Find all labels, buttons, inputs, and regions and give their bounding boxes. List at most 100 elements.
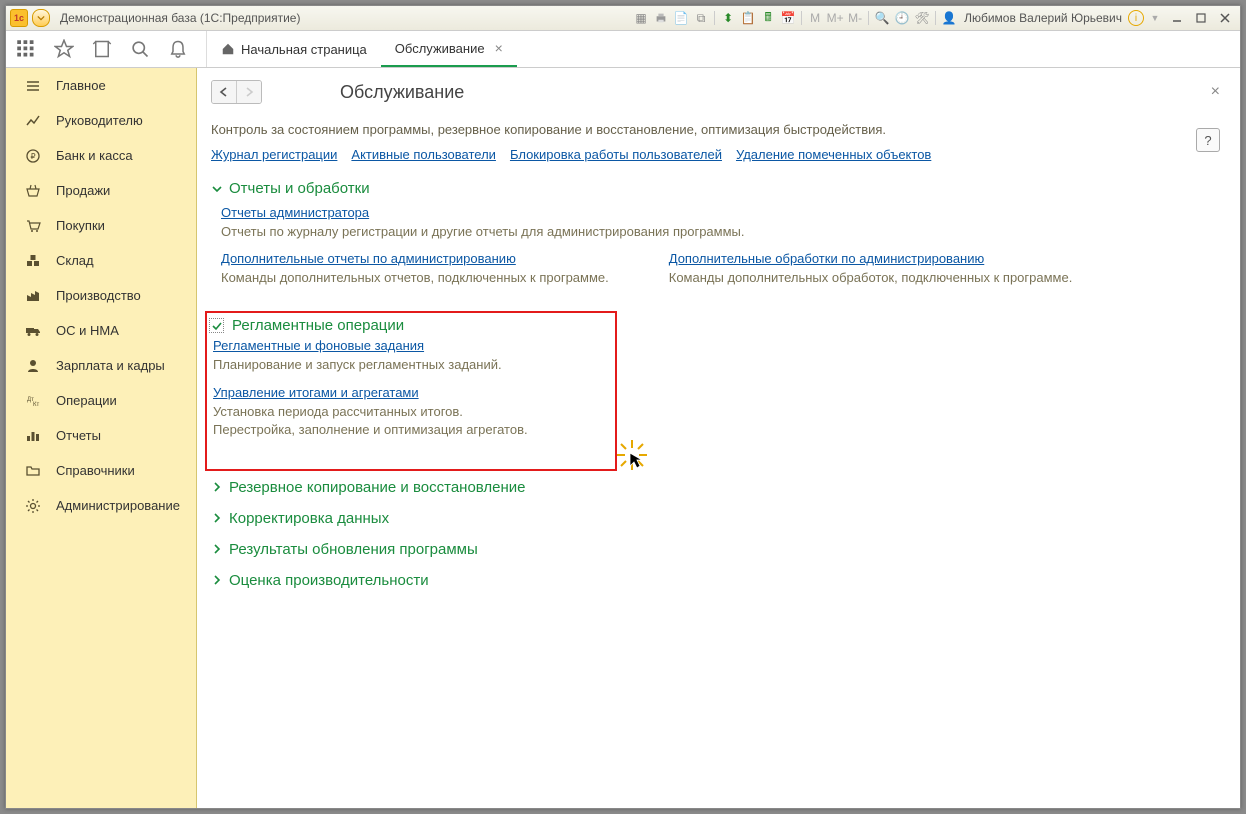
titlebar: 1c Демонстрационная база (1С:Предприятие… <box>6 6 1240 31</box>
cart-icon <box>24 217 42 235</box>
history-icon[interactable]: 🕘 <box>893 9 911 27</box>
maximize-button[interactable] <box>1190 10 1212 26</box>
zoom-icon[interactable]: 🔍 <box>873 9 891 27</box>
body: Главное Руководителю ₽Банк и касса Прода… <box>6 68 1240 808</box>
tab-home-label: Начальная страница <box>241 42 367 57</box>
section-correction-header[interactable]: Корректировка данных <box>211 510 1220 527</box>
tab-close-icon[interactable]: × <box>495 40 503 56</box>
app-window: 1c Демонстрационная база (1С:Предприятие… <box>5 5 1241 809</box>
chart-up-icon <box>24 112 42 130</box>
top-links: Журнал регистрации Активные пользователи… <box>211 147 1220 162</box>
app-logo-icon: 1c <box>10 9 28 27</box>
section-backup-header[interactable]: Резервное копирование и восстановление <box>211 479 1220 496</box>
tab-home[interactable]: Начальная страница <box>207 31 381 67</box>
checkbox-icon[interactable] <box>209 318 224 333</box>
search-icon[interactable] <box>130 39 150 59</box>
nav-row: Обслуживание × <box>211 80 1220 104</box>
sidebar-item-sales[interactable]: Продажи <box>6 173 196 208</box>
tab-maintenance[interactable]: Обслуживание × <box>381 31 517 67</box>
sidebar-item-bank[interactable]: ₽Банк и касса <box>6 138 196 173</box>
calculator-icon[interactable]: 🖩 <box>759 9 777 27</box>
link-event-log[interactable]: Журнал регистрации <box>211 147 337 162</box>
chevron-right-icon <box>211 481 223 493</box>
sidebar-item-reference[interactable]: Справочники <box>6 453 196 488</box>
tabs-area: Начальная страница Обслуживание × <box>207 31 1240 67</box>
info-dropdown-icon[interactable]: ▼ <box>1146 9 1164 27</box>
basket-icon <box>24 182 42 200</box>
calendar-icon[interactable]: 📅 <box>779 9 797 27</box>
link-scheduled-jobs[interactable]: Регламентные и фоновые задания <box>213 338 424 353</box>
compare-icon[interactable]: ⧉ <box>692 9 710 27</box>
m-minus-icon[interactable]: M- <box>846 9 864 27</box>
desc-totals: Установка периода рассчитанных итогов. П… <box>213 403 609 439</box>
desc-extra-reports: Команды дополнительных отчетов, подключе… <box>221 269 609 287</box>
tools-icon[interactable]: 🛠 <box>913 9 931 27</box>
sidebar-item-warehouse[interactable]: Склад <box>6 243 196 278</box>
link-totals[interactable]: Управление итогами и агрегатами <box>213 385 419 400</box>
section-perf-header[interactable]: Оценка производительности <box>211 572 1220 589</box>
link-delete-marked[interactable]: Удаление помеченных объектов <box>736 147 931 162</box>
section-update-header[interactable]: Результаты обновления программы <box>211 541 1220 558</box>
sidebar-item-payroll[interactable]: Зарплата и кадры <box>6 348 196 383</box>
sidebar-item-manager[interactable]: Руководителю <box>6 103 196 138</box>
link-icon[interactable]: ⬍ <box>719 9 737 27</box>
minimize-button[interactable] <box>1166 10 1188 26</box>
sidebar-item-admin[interactable]: Администрирование <box>6 488 196 523</box>
svg-text:₽: ₽ <box>30 152 35 161</box>
sidebar-item-reports[interactable]: Отчеты <box>6 418 196 453</box>
menu-icon <box>24 77 42 95</box>
nav-back-forward <box>211 80 262 104</box>
sidebar-item-assets[interactable]: ОС и НМА <box>6 313 196 348</box>
history-nav-icon[interactable] <box>92 39 112 59</box>
apps-grid-icon[interactable] <box>16 39 36 59</box>
link-extra-processing[interactable]: Дополнительные обработки по администриро… <box>669 251 985 266</box>
desc-extra-processing: Команды дополнительных обработок, подклю… <box>669 269 1073 287</box>
sidebar: Главное Руководителю ₽Банк и касса Прода… <box>6 68 197 808</box>
boxes-icon <box>24 252 42 270</box>
link-extra-reports[interactable]: Дополнительные отчеты по администрирован… <box>221 251 516 266</box>
toolbar-left <box>6 31 207 67</box>
tab-maintenance-label: Обслуживание <box>395 41 485 56</box>
link-active-users[interactable]: Активные пользователи <box>351 147 496 162</box>
truck-icon <box>24 322 42 340</box>
clipboard-icon[interactable]: 📋 <box>739 9 757 27</box>
page-close-button[interactable]: × <box>1211 83 1220 101</box>
user-name: Любимов Валерий Юрьевич <box>964 11 1122 25</box>
svg-text:Кт: Кт <box>33 402 39 408</box>
help-button[interactable]: ? <box>1196 128 1220 152</box>
close-button[interactable] <box>1214 10 1236 26</box>
info-icon[interactable]: i <box>1128 10 1144 26</box>
folder-icon <box>24 462 42 480</box>
sidebar-item-production[interactable]: Производство <box>6 278 196 313</box>
link-admin-reports[interactable]: Отчеты администратора <box>221 205 369 220</box>
section-scheduled-header[interactable]: Регламентные операции <box>209 317 609 334</box>
main-content: Обслуживание × Контроль за состоянием пр… <box>197 68 1240 808</box>
print-icon[interactable] <box>652 9 670 27</box>
sidebar-item-operations[interactable]: ДтКтОперации <box>6 383 196 418</box>
document-icon[interactable]: 📄 <box>672 9 690 27</box>
titlebar-dropdown-button[interactable] <box>32 9 50 27</box>
nav-back-button[interactable] <box>212 81 236 103</box>
tb-icon-1[interactable]: ▦ <box>632 9 650 27</box>
gear-icon <box>24 497 42 515</box>
favorite-icon[interactable] <box>54 39 74 59</box>
chevron-right-icon <box>211 543 223 555</box>
ruble-icon: ₽ <box>24 147 42 165</box>
link-block-users[interactable]: Блокировка работы пользователей <box>510 147 722 162</box>
bell-icon[interactable] <box>168 39 188 59</box>
cursor-click-indicator <box>615 438 649 475</box>
m-icon[interactable]: M <box>806 9 824 27</box>
page-description: Контроль за состоянием программы, резерв… <box>211 122 1220 137</box>
chevron-down-icon <box>211 183 223 195</box>
m-plus-icon[interactable]: M+ <box>826 9 844 27</box>
desc-scheduled-jobs: Планирование и запуск регламентных задан… <box>213 356 609 374</box>
sidebar-item-purchases[interactable]: Покупки <box>6 208 196 243</box>
person-icon <box>24 357 42 375</box>
section-reports-header[interactable]: Отчеты и обработки <box>211 180 1220 197</box>
titlebar-icons: ▦ 📄 ⧉ ⬍ 📋 🖩 📅 M M+ M- 🔍 🕘 🛠 👤 Любимов Ва… <box>632 9 1236 27</box>
sidebar-item-main[interactable]: Главное <box>6 68 196 103</box>
chevron-right-icon <box>211 574 223 586</box>
section-reports-body: Отчеты администратора Отчеты по журналу … <box>211 201 1220 307</box>
nav-forward-button[interactable] <box>236 81 261 103</box>
posting-icon: ДтКт <box>24 392 42 410</box>
